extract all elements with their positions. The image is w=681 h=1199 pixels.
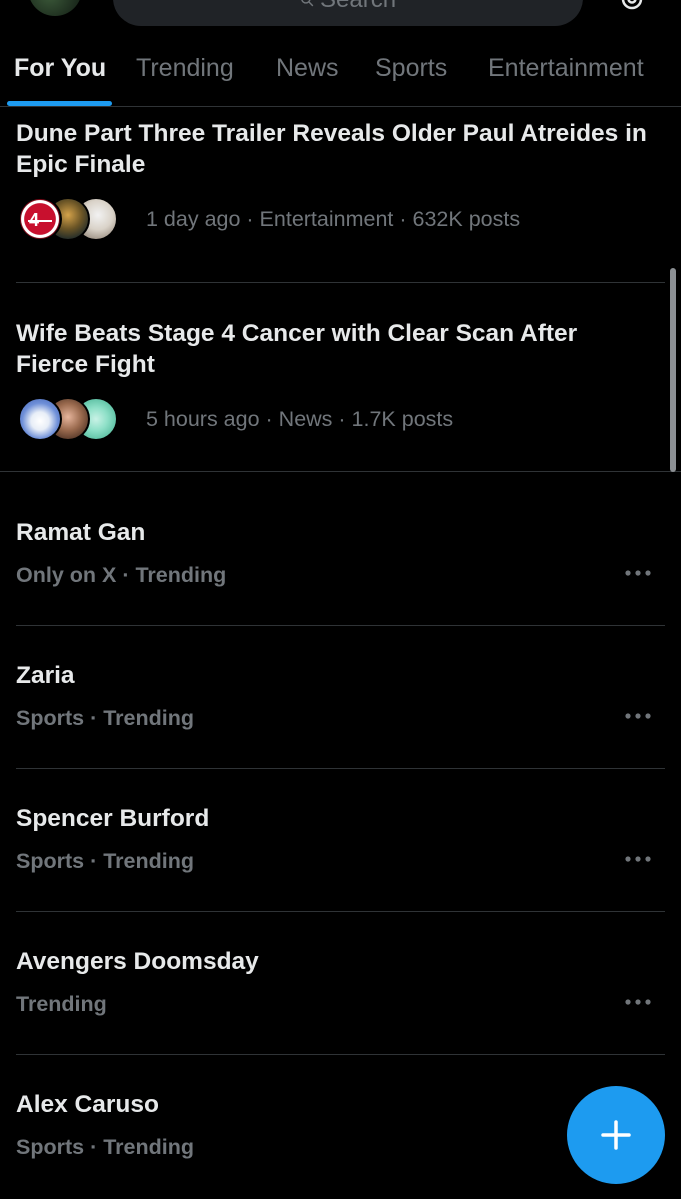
story-title: Wife Beats Stage 4 Cancer with Clear Sca… (16, 320, 578, 378)
avatar: 4 (18, 197, 62, 241)
avatar (18, 397, 62, 441)
more-options-icon[interactable] (624, 569, 652, 577)
tab-sports[interactable]: Sports (375, 54, 447, 83)
story-avatars: 4 (18, 197, 136, 241)
trend-meta: Trending (16, 992, 107, 1016)
story-meta-text: 1 day ago · Entertainment · 632K posts (146, 206, 521, 231)
tab-news[interactable]: News (276, 54, 339, 83)
search-placeholder: Search (320, 0, 396, 14)
trend-item[interactable]: Zaria Sports · Trending (0, 662, 665, 805)
story-meta: 5 hours ago · News · 1.7K posts (18, 397, 453, 441)
divider (16, 282, 665, 283)
trend-meta: Sports · Trending (16, 1135, 194, 1159)
tab-for-you[interactable]: For You (14, 54, 106, 83)
explore-tabs: For You Trending News Sports Entertainme… (0, 36, 681, 107)
profile-avatar[interactable] (28, 0, 82, 16)
trend-name: Spencer Burford (16, 805, 210, 832)
divider (16, 1054, 665, 1055)
trend-item[interactable]: Ramat Gan Only on X · Trending (0, 519, 665, 662)
compose-button[interactable] (567, 1086, 665, 1184)
more-options-icon[interactable] (624, 855, 652, 863)
trend-item[interactable]: Avengers Doomsday Trending (0, 948, 665, 1091)
trend-meta: Sports · Trending (16, 706, 194, 730)
search-placeholder-wrap: Search (300, 0, 396, 14)
plus-icon (601, 1120, 631, 1150)
active-tab-indicator (7, 101, 112, 106)
trend-item[interactable]: Alex Caruso Sports · Trending (0, 1091, 665, 1199)
story-meta-text: 5 hours ago · News · 1.7K posts (146, 406, 454, 431)
trend-meta: Only on X · Trending (16, 563, 227, 587)
news-story[interactable]: Dune Part Three Trailer Reveals Older Pa… (0, 107, 665, 282)
tab-trending[interactable]: Trending (136, 54, 234, 83)
divider (16, 625, 665, 626)
story-meta: 4 1 day ago · Entertainment · 632K posts (18, 197, 520, 241)
trend-name: Avengers Doomsday (16, 948, 259, 975)
trend-meta: Sports · Trending (16, 849, 194, 873)
top-bar: Search (0, 0, 681, 36)
news-story[interactable]: Wife Beats Stage 4 Cancer with Clear Sca… (0, 307, 665, 471)
search-icon (301, 0, 314, 7)
more-options-icon[interactable] (624, 712, 652, 720)
scrollbar[interactable] (670, 268, 676, 472)
divider (16, 768, 665, 769)
story-title: Dune Part Three Trailer Reveals Older Pa… (16, 120, 647, 178)
trend-name: Zaria (16, 662, 75, 689)
trend-item[interactable]: Spencer Burford Sports · Trending (0, 805, 665, 948)
divider (16, 911, 665, 912)
trend-name: Alex Caruso (16, 1091, 159, 1118)
more-options-icon[interactable] (624, 998, 652, 1006)
tab-entertainment[interactable]: Entertainment (488, 54, 644, 83)
trend-name: Ramat Gan (16, 519, 146, 546)
gear-icon[interactable] (617, 0, 647, 14)
story-avatars (18, 397, 136, 441)
divider (0, 471, 681, 472)
